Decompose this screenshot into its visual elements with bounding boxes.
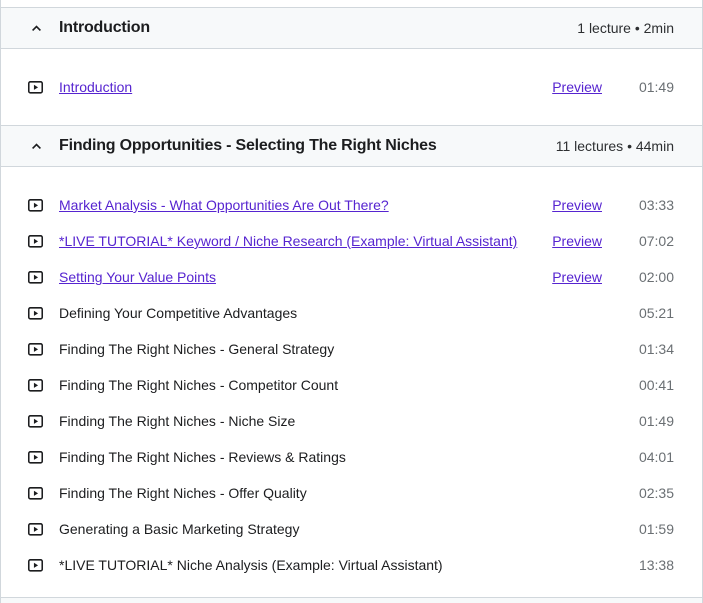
video-play-icon [27, 377, 44, 394]
section-meta: 1 lecture • 2min [577, 20, 674, 36]
lecture-title: Defining Your Competitive Advantages [59, 305, 602, 321]
section-title: Introduction [59, 19, 577, 37]
video-play-icon [27, 413, 44, 430]
lecture-row: Finding The Right Niches - Offer Quality… [1, 475, 702, 511]
section-header[interactable]: Introduction 1 lecture • 2min [1, 7, 702, 49]
lecture-title[interactable]: Market Analysis - What Opportunities Are… [59, 197, 552, 213]
next-section-header-partial [1, 597, 702, 603]
lecture-row: Setting Your Value Points Preview 02:00 [1, 259, 702, 295]
lecture-row: Defining Your Competitive Advantages 05:… [1, 295, 702, 331]
section-meta: 11 lectures • 44min [556, 138, 674, 154]
preview-link[interactable]: Preview [552, 197, 602, 213]
lecture-title: Finding The Right Niches - General Strat… [59, 341, 602, 357]
video-play-icon [27, 521, 44, 538]
curriculum-section: Finding Opportunities - Selecting The Ri… [1, 125, 702, 597]
curriculum-section: Introduction 1 lecture • 2min Introducti… [1, 7, 702, 125]
curriculum-panel: Introduction 1 lecture • 2min Introducti… [0, 0, 703, 603]
lecture-duration: 04:01 [632, 449, 674, 465]
lecture-row: Finding The Right Niches - Competitor Co… [1, 367, 702, 403]
lecture-row: *LIVE TUTORIAL* Keyword / Niche Research… [1, 223, 702, 259]
lecture-duration: 02:00 [632, 269, 674, 285]
lecture-row: Finding The Right Niches - General Strat… [1, 331, 702, 367]
video-play-icon [27, 79, 44, 96]
lecture-duration: 13:38 [632, 557, 674, 573]
lecture-row: Finding The Right Niches - Reviews & Rat… [1, 439, 702, 475]
lecture-duration: 03:33 [632, 197, 674, 213]
lecture-title[interactable]: *LIVE TUTORIAL* Keyword / Niche Research… [59, 233, 552, 249]
video-play-icon [27, 197, 44, 214]
top-spacer [1, 0, 702, 7]
section-title: Finding Opportunities - Selecting The Ri… [59, 137, 556, 155]
lecture-duration: 07:02 [632, 233, 674, 249]
video-play-icon [27, 341, 44, 358]
lecture-row: Market Analysis - What Opportunities Are… [1, 187, 702, 223]
lecture-duration: 01:49 [632, 413, 674, 429]
curriculum-sections: Introduction 1 lecture • 2min Introducti… [1, 7, 702, 597]
lecture-title: *LIVE TUTORIAL* Niche Analysis (Example:… [59, 557, 602, 573]
lecture-title: Finding The Right Niches - Reviews & Rat… [59, 449, 602, 465]
lecture-duration: 02:35 [632, 485, 674, 501]
preview-link[interactable]: Preview [552, 269, 602, 285]
lecture-row: Finding The Right Niches - Niche Size 01… [1, 403, 702, 439]
video-play-icon [27, 557, 44, 574]
lecture-title[interactable]: Introduction [59, 79, 552, 95]
lecture-title[interactable]: Setting Your Value Points [59, 269, 552, 285]
chevron-up-icon [28, 138, 44, 154]
lecture-duration: 01:34 [632, 341, 674, 357]
preview-link[interactable]: Preview [552, 79, 602, 95]
lecture-row: *LIVE TUTORIAL* Niche Analysis (Example:… [1, 547, 702, 583]
video-play-icon [27, 233, 44, 250]
preview-link[interactable]: Preview [552, 233, 602, 249]
section-header[interactable]: Finding Opportunities - Selecting The Ri… [1, 125, 702, 167]
lecture-duration: 01:49 [632, 79, 674, 95]
video-play-icon [27, 305, 44, 322]
lecture-row: Introduction Preview 01:49 [1, 69, 702, 105]
video-play-icon [27, 485, 44, 502]
lecture-title: Finding The Right Niches - Competitor Co… [59, 377, 602, 393]
lecture-list: Market Analysis - What Opportunities Are… [1, 167, 702, 597]
lecture-title: Finding The Right Niches - Niche Size [59, 413, 602, 429]
lecture-list: Introduction Preview 01:49 [1, 49, 702, 125]
lecture-row: Generating a Basic Marketing Strategy 01… [1, 511, 702, 547]
lecture-title: Generating a Basic Marketing Strategy [59, 521, 602, 537]
video-play-icon [27, 449, 44, 466]
lecture-duration: 00:41 [632, 377, 674, 393]
chevron-up-icon [28, 20, 44, 36]
video-play-icon [27, 269, 44, 286]
lecture-title: Finding The Right Niches - Offer Quality [59, 485, 602, 501]
lecture-duration: 01:59 [632, 521, 674, 537]
lecture-duration: 05:21 [632, 305, 674, 321]
